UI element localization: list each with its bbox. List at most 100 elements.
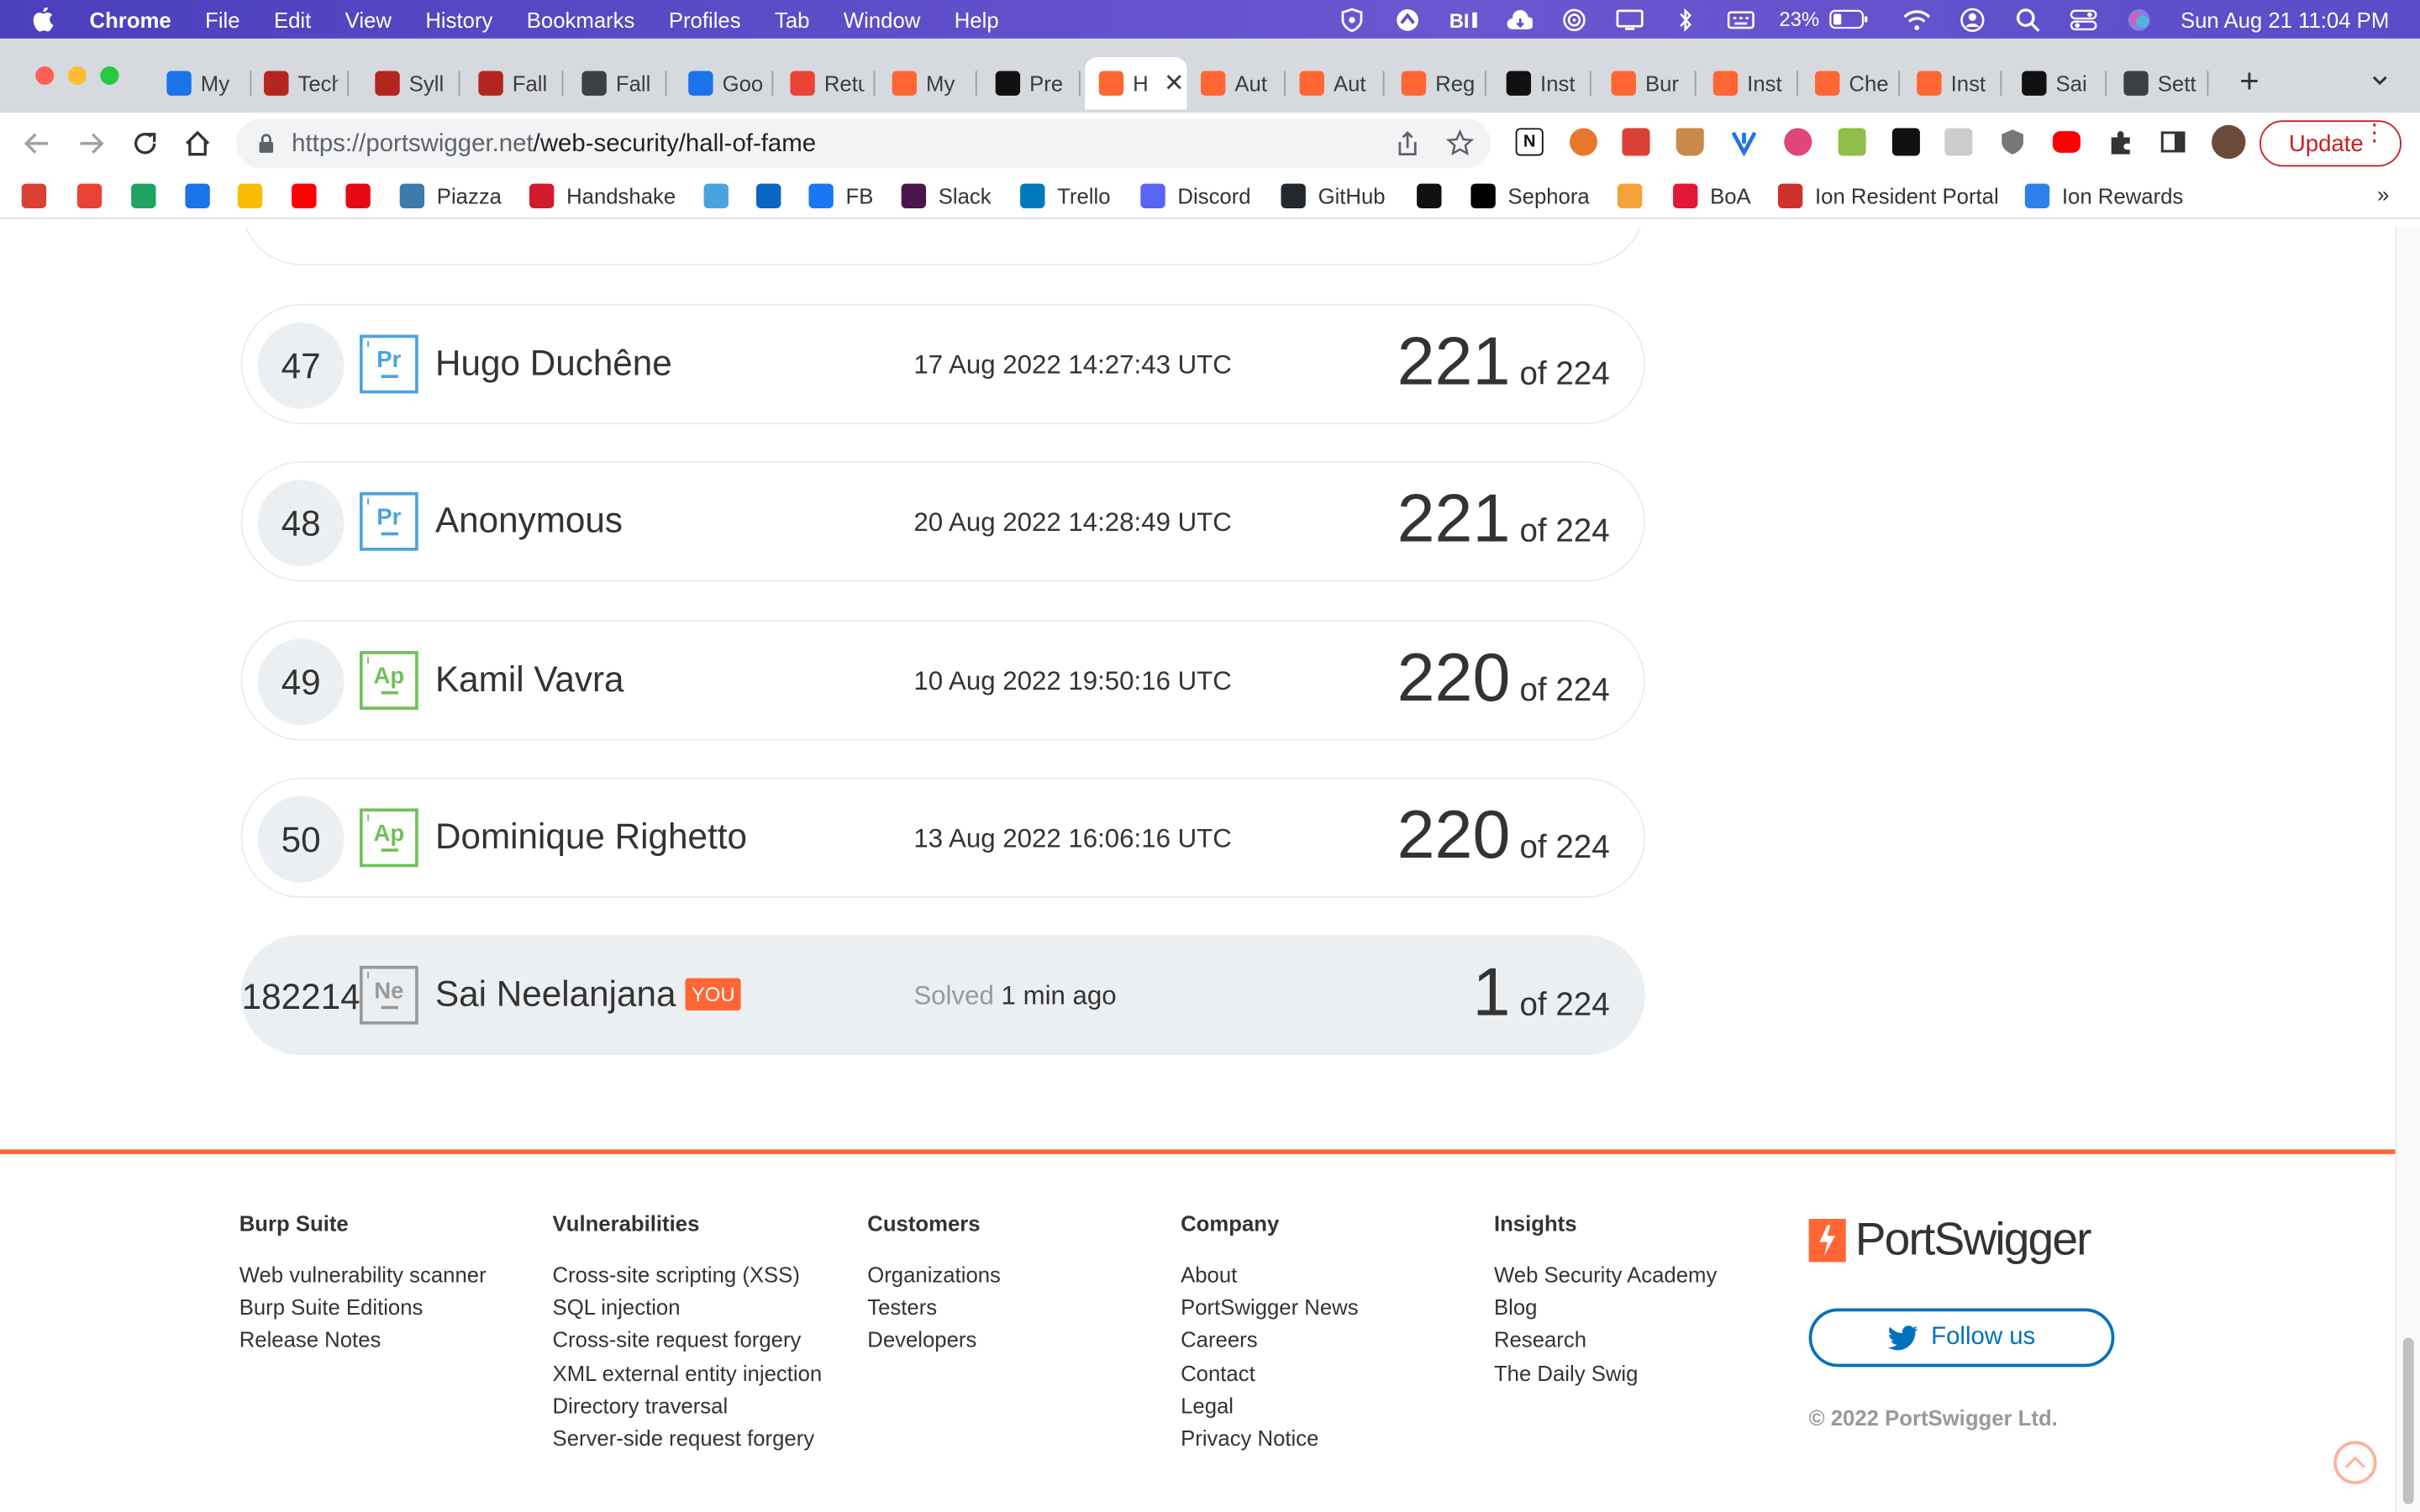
footer-link[interactable]: PortSwigger News: [1181, 1294, 1359, 1327]
browser-tab[interactable]: Sai: [2022, 57, 2107, 109]
page-scrollbar[interactable]: [2395, 227, 2420, 1512]
back-button[interactable]: [20, 127, 54, 160]
pink-extension-icon[interactable]: [1784, 128, 1812, 156]
footer-link[interactable]: SQL injection: [553, 1294, 823, 1327]
todoist-extension-icon[interactable]: [1622, 128, 1650, 156]
spotlight-search-icon[interactable]: [2014, 7, 2042, 31]
scrollbar-thumb[interactable]: [2402, 1337, 2414, 1504]
siri-icon[interactable]: [2125, 7, 2153, 31]
footer-link[interactable]: Web Security Academy: [1494, 1262, 1717, 1294]
timer-extension-icon[interactable]: [1569, 128, 1598, 156]
bookmark-item[interactable]: [345, 182, 382, 210]
bookmark-item[interactable]: [21, 182, 59, 210]
menu-profiles[interactable]: Profiles: [669, 7, 741, 31]
footer-link[interactable]: Web vulnerability scanner: [239, 1262, 487, 1294]
browser-tab[interactable]: Pre: [995, 57, 1081, 109]
browser-tab[interactable]: Fall: [478, 57, 564, 109]
window-minimize-button[interactable]: [67, 66, 87, 86]
menu-window[interactable]: Window: [844, 7, 920, 31]
bookmark-item[interactable]: Ion Rewards: [2024, 182, 2183, 210]
update-button[interactable]: Update ⋮: [2259, 120, 2402, 167]
profile-avatar[interactable]: [2212, 124, 2246, 160]
footer-link[interactable]: Directory traversal: [553, 1393, 823, 1425]
bookmark-item[interactable]: GitHub: [1281, 182, 1386, 210]
user-name[interactable]: Anonymous: [435, 500, 623, 542]
browser-tab[interactable]: Reg: [1401, 57, 1486, 109]
user-name[interactable]: Kamil Vavra: [435, 659, 624, 701]
home-button[interactable]: [181, 127, 214, 160]
scroll-to-top-button[interactable]: [2333, 1441, 2377, 1484]
footer-link[interactable]: Blog: [1494, 1294, 1717, 1327]
bookmark-item[interactable]: Handshake: [529, 182, 676, 210]
user-name[interactable]: Dominique Righetto: [435, 816, 747, 858]
footer-link[interactable]: Cross-site request forgery: [553, 1327, 823, 1360]
side-panel-icon[interactable]: [2159, 128, 2187, 156]
bookmark-item[interactable]: [292, 182, 329, 210]
address-bar[interactable]: https://portswigger.net/web-security/hal…: [236, 118, 1491, 169]
footer-link[interactable]: Release Notes: [239, 1327, 487, 1360]
footer-link[interactable]: Careers: [1181, 1327, 1359, 1360]
new-tab-button[interactable]: +: [2239, 64, 2260, 97]
cloud-download-icon[interactable]: [1504, 7, 1533, 31]
bookmark-item[interactable]: Ion Resident Portal: [1777, 182, 1999, 210]
user-name[interactable]: Sai Neelanjana YOU: [435, 974, 741, 1016]
reload-button[interactable]: [128, 127, 161, 160]
menu-app-name[interactable]: Chrome: [90, 7, 171, 31]
menubar-clock[interactable]: Sun Aug 21 11:04 PM: [2181, 7, 2389, 31]
window-zoom-button[interactable]: [100, 66, 119, 86]
bookmark-item[interactable]: Piazza: [399, 182, 502, 210]
bookmark-item[interactable]: Slack: [901, 182, 992, 210]
footer-link[interactable]: Research: [1494, 1327, 1717, 1360]
bluetooth-icon[interactable]: [1671, 7, 1699, 32]
browser-tab[interactable]: H ✕: [1085, 56, 1187, 110]
footer-link[interactable]: Legal: [1181, 1393, 1359, 1425]
browser-tab[interactable]: My: [166, 57, 252, 109]
browser-tab[interactable]: Che: [1815, 57, 1901, 109]
browser-tab[interactable]: Fall: [581, 57, 667, 109]
menu-bookmarks[interactable]: Bookmarks: [527, 7, 635, 31]
follow-us-button[interactable]: Follow us: [1808, 1308, 2115, 1368]
footer-link[interactable]: Burp Suite Editions: [239, 1294, 487, 1327]
browser-tab[interactable]: Aut: [1299, 57, 1385, 109]
browser-tab[interactable]: Tech: [264, 57, 350, 109]
footer-link[interactable]: The Daily Swig: [1494, 1360, 1717, 1393]
footer-link[interactable]: Cross-site scripting (XSS): [553, 1262, 823, 1294]
extensions-puzzle-icon[interactable]: [2107, 128, 2135, 156]
browser-tab[interactable]: Inst: [1917, 57, 2002, 109]
bi-app-icon[interactable]: BI: [1449, 7, 1477, 31]
browser-tab[interactable]: Retu: [790, 57, 876, 109]
window-close-button[interactable]: [35, 66, 55, 86]
bookmark-item[interactable]: BoA: [1673, 182, 1751, 210]
forward-button[interactable]: [74, 127, 108, 160]
airdrop-icon[interactable]: [1560, 7, 1588, 31]
apple-menu-icon[interactable]: [31, 7, 55, 31]
display-icon[interactable]: [1616, 7, 1644, 31]
footer-link[interactable]: Organizations: [867, 1262, 1001, 1294]
menu-view[interactable]: View: [345, 7, 392, 31]
shield-extension-icon[interactable]: [1998, 128, 2027, 156]
user-name[interactable]: Hugo Duchêne: [435, 343, 672, 385]
browser-tab[interactable]: Inst: [1712, 57, 1798, 109]
more-menu-icon[interactable]: ⋮: [2363, 122, 2386, 145]
plant-extension-icon[interactable]: [1838, 128, 1866, 156]
user-account-icon[interactable]: [1958, 7, 1986, 32]
share-icon[interactable]: [1394, 129, 1422, 157]
battery-icon[interactable]: [1828, 7, 1869, 31]
menu-tab[interactable]: Tab: [775, 7, 809, 31]
menu-help[interactable]: Help: [955, 7, 999, 31]
bookmark-item[interactable]: [185, 182, 222, 210]
browser-tab[interactable]: Bur: [1611, 57, 1697, 109]
bookmarks-overflow-icon[interactable]: »: [2377, 182, 2389, 207]
footer-link[interactable]: Server-side request forgery: [553, 1425, 823, 1458]
shield-status-icon[interactable]: [1338, 7, 1365, 32]
bookmark-item[interactable]: [131, 182, 168, 210]
url-text[interactable]: https://portswigger.net/web-security/hal…: [292, 131, 816, 159]
bookmark-item[interactable]: Sephora: [1470, 182, 1590, 210]
browser-tab[interactable]: Sett: [2123, 57, 2209, 109]
bookmark-star-icon[interactable]: [1445, 129, 1475, 157]
footer-link[interactable]: Contact: [1181, 1360, 1359, 1393]
browser-tab[interactable]: Syll: [375, 57, 460, 109]
v-extension-icon[interactable]: [1729, 128, 1759, 157]
control-center-icon[interactable]: [2070, 7, 2097, 31]
keyboard-icon[interactable]: [1727, 7, 1754, 31]
